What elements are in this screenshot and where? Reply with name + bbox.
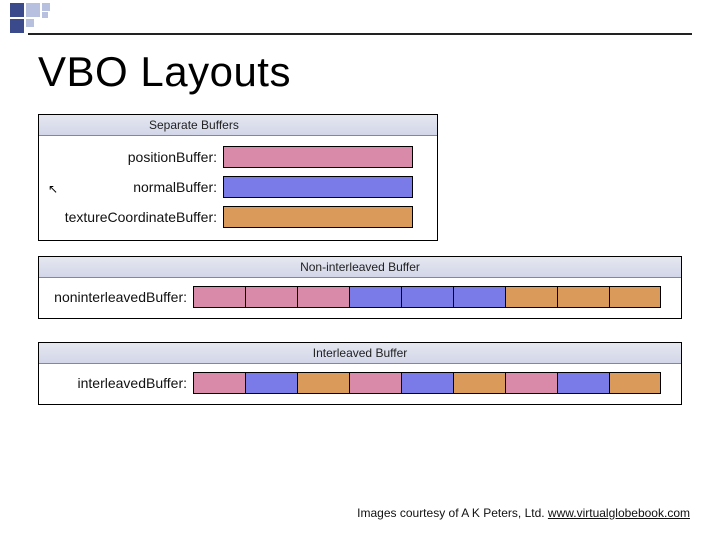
segment bbox=[349, 286, 401, 308]
buffer-row: interleavedBuffer: bbox=[39, 364, 681, 404]
buffer-bar-normal bbox=[223, 176, 413, 198]
segment bbox=[557, 372, 609, 394]
buffer-bar-position bbox=[223, 146, 413, 168]
buffer-label: textureCoordinateBuffer: bbox=[43, 209, 223, 225]
credit-prefix: Images courtesy of A K Peters, Ltd. bbox=[357, 506, 548, 520]
segment bbox=[505, 286, 557, 308]
segment bbox=[609, 372, 661, 394]
segment bbox=[453, 372, 505, 394]
buffer-row: noninterleavedBuffer: bbox=[39, 278, 681, 318]
buffer-strip-noninterleaved bbox=[193, 286, 661, 308]
segment bbox=[505, 372, 557, 394]
segment bbox=[193, 286, 245, 308]
buffer-strip-interleaved bbox=[193, 372, 661, 394]
segment bbox=[297, 372, 349, 394]
buffer-label: interleavedBuffer: bbox=[43, 375, 193, 391]
buffer-bar-texcoord bbox=[223, 206, 413, 228]
segment bbox=[245, 286, 297, 308]
image-credit: Images courtesy of A K Peters, Ltd. www.… bbox=[357, 506, 690, 520]
panel-header: Non-interleaved Buffer bbox=[39, 257, 681, 278]
buffer-row: positionBuffer: bbox=[43, 142, 429, 172]
segment bbox=[557, 286, 609, 308]
segment bbox=[297, 286, 349, 308]
panel-interleaved: Interleaved Buffer interleavedBuffer: bbox=[38, 342, 682, 405]
buffer-label: noninterleavedBuffer: bbox=[43, 289, 193, 305]
segment bbox=[609, 286, 661, 308]
buffer-row: textureCoordinateBuffer: bbox=[43, 202, 429, 232]
panel-header-text: Separate Buffers bbox=[149, 118, 239, 132]
segment bbox=[401, 372, 453, 394]
corner-decoration bbox=[0, 0, 720, 34]
segment bbox=[401, 286, 453, 308]
credit-link[interactable]: www.virtualglobebook.com bbox=[548, 506, 690, 520]
segment bbox=[453, 286, 505, 308]
segment bbox=[245, 372, 297, 394]
page-title: VBO Layouts bbox=[38, 48, 291, 96]
panel-separate-buffers: Separate Buffers positionBuffer: normalB… bbox=[38, 114, 438, 241]
buffer-label: normalBuffer: bbox=[43, 179, 223, 195]
panel-header: Interleaved Buffer bbox=[39, 343, 681, 364]
buffer-row: normalBuffer: bbox=[43, 172, 429, 202]
panel-header-text: Interleaved Buffer bbox=[313, 346, 408, 360]
buffer-label: positionBuffer: bbox=[43, 149, 223, 165]
panel-header-text: Non-interleaved Buffer bbox=[300, 260, 420, 274]
segment bbox=[193, 372, 245, 394]
segment bbox=[349, 372, 401, 394]
panel-header: Separate Buffers bbox=[39, 115, 437, 136]
panel-noninterleaved: Non-interleaved Buffer noninterleavedBuf… bbox=[38, 256, 682, 319]
